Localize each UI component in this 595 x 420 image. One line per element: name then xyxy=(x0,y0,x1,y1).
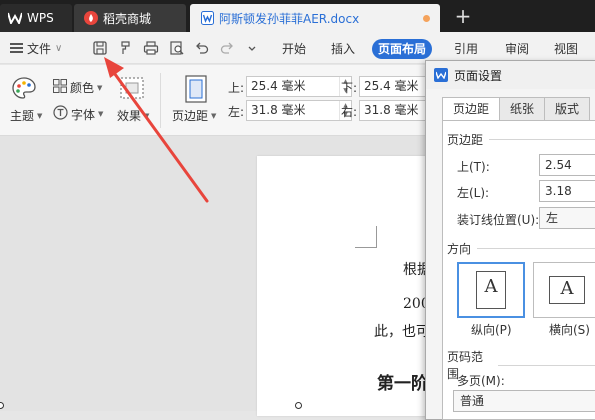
tab-document-label: 阿斯顿发孙菲菲AER.docx xyxy=(219,11,360,26)
theme-button[interactable] xyxy=(12,77,36,102)
orientation-group-title: 方向 xyxy=(447,240,595,257)
undo-icon[interactable] xyxy=(194,40,210,56)
theme-font-button[interactable]: 字体 ▼ xyxy=(53,105,103,123)
hamburger-icon xyxy=(10,43,23,53)
dlg-top-label: 上(T): xyxy=(457,160,490,174)
top-margin-value: 25.4 毫米 xyxy=(251,79,306,93)
group-divider xyxy=(498,364,595,366)
writer-doc-icon xyxy=(200,11,214,25)
multi-page-label: 多页(M): xyxy=(457,374,505,388)
tab-layout[interactable]: 版式 xyxy=(544,97,591,121)
margins-group-title: 页边距 xyxy=(447,131,595,148)
left-margin-input[interactable]: 31.8 毫米 ▲ ▼ xyxy=(246,100,352,121)
tab-wps-home[interactable]: WPS xyxy=(0,4,72,32)
caret-down-icon: ▼ xyxy=(98,110,104,118)
multi-page-select[interactable]: 普通 xyxy=(453,390,595,412)
dialog-title: 页面设置 xyxy=(454,68,503,83)
font-label: 字体 xyxy=(71,107,96,122)
new-tab-button[interactable]: + xyxy=(452,6,474,28)
left-margin-value: 31.8 毫米 xyxy=(251,103,306,117)
caret-down-icon: ▼ xyxy=(97,83,103,92)
orientation-group-label: 方向 xyxy=(447,242,472,256)
theme-label-button[interactable]: 主题 ▼ xyxy=(10,107,42,124)
effect-label: 效果 xyxy=(117,109,142,123)
top-margin-input[interactable]: 25.4 毫米 ▲ ▼ xyxy=(246,76,352,97)
tab-store-label: 稻壳商城 xyxy=(103,11,152,26)
portrait-label: 纵向(P) xyxy=(471,323,512,337)
menu-insert[interactable]: 插入 xyxy=(325,39,361,59)
portrait-page-icon: A xyxy=(476,271,506,309)
caret-down-icon: ▼ xyxy=(37,111,43,120)
color-label: 颜色 xyxy=(70,81,95,95)
wps-writer-icon xyxy=(434,68,448,82)
color-grid-icon xyxy=(53,79,67,96)
dialog-titlebar[interactable]: 页面设置 xyxy=(426,61,595,89)
unsaved-dot-icon xyxy=(423,15,430,22)
multi-page-value: 普通 xyxy=(460,394,485,408)
print-preview-icon[interactable] xyxy=(169,40,185,56)
ribbon-divider xyxy=(160,73,161,128)
menu-page-layout[interactable]: 页面布局 xyxy=(372,39,433,59)
redo-icon[interactable] xyxy=(219,40,235,56)
gutter-position-label: 装订线位置(U): xyxy=(457,213,540,227)
bottom-margin-label: 下: xyxy=(341,81,358,95)
gutter-position-select[interactable]: 左 xyxy=(539,207,595,229)
dlg-top-input[interactable]: 2.54 xyxy=(539,154,595,176)
page-margin-label: 页边距 xyxy=(172,109,209,123)
landscape-option[interactable]: A xyxy=(533,262,595,318)
dlg-left-label: 左(L): xyxy=(457,186,490,200)
tab-paper[interactable]: 纸张 xyxy=(499,97,546,121)
page-margin-icon[interactable] xyxy=(185,75,207,103)
title-tab-bar: WPS 稻壳商城 阿斯顿发孙菲菲AER.docx + xyxy=(0,0,595,32)
landscape-page-icon: A xyxy=(549,276,585,304)
right-margin-label: 右: xyxy=(341,105,358,119)
effect-button[interactable]: 效果 ▼ xyxy=(117,107,149,124)
menu-home[interactable]: 开始 xyxy=(276,39,312,59)
group-divider xyxy=(489,139,595,140)
top-margin-label: 上: xyxy=(228,81,245,95)
left-margin-label: 左: xyxy=(228,105,245,119)
page-setup-dialog: 页面设置 页边距 纸张 版式 页边距 上(T): 2.54 左(L): 3.18… xyxy=(425,60,595,420)
theme-label: 主题 xyxy=(10,109,35,123)
file-menu-button[interactable]: 文件 ∨ xyxy=(10,39,62,57)
menu-references[interactable]: 引用 xyxy=(448,39,484,59)
landscape-label: 横向(S) xyxy=(549,323,590,337)
dlg-left-input[interactable]: 3.18 xyxy=(539,180,595,202)
tab-wps-label: WPS xyxy=(27,11,54,25)
caret-down-icon: ▼ xyxy=(211,111,217,120)
font-circle-icon xyxy=(53,105,68,123)
portrait-option[interactable]: A xyxy=(457,262,525,318)
bottom-margin-value: 25.4 毫米 xyxy=(364,79,419,93)
menu-view[interactable]: 视图 xyxy=(548,39,584,59)
resize-handle[interactable] xyxy=(295,402,302,409)
tab-docer-store[interactable]: 稻壳商城 xyxy=(74,4,186,32)
file-menu-label: 文件 xyxy=(27,41,52,56)
crop-mark xyxy=(355,226,377,248)
tab-margins[interactable]: 页边距 xyxy=(442,97,501,121)
palette-icon xyxy=(12,77,36,102)
group-divider xyxy=(477,248,595,249)
effect-preview-icon[interactable] xyxy=(120,77,144,99)
menu-review[interactable]: 审阅 xyxy=(499,39,535,59)
flame-icon xyxy=(84,11,98,25)
tab-document[interactable]: 阿斯顿发孙菲菲AER.docx xyxy=(190,4,440,32)
quick-access-dropdown-icon[interactable] xyxy=(244,40,260,56)
doc-line-3: 此，也可 xyxy=(374,324,430,340)
margins-group-label: 页边距 xyxy=(447,133,484,147)
format-painter-icon[interactable] xyxy=(118,40,134,56)
caret-down-icon: ▼ xyxy=(144,111,150,120)
dialog-body: 页边距 上(T): 2.54 左(L): 3.18 装订线位置(U): 左 方向… xyxy=(442,120,595,420)
page-margin-button[interactable]: 页边距 ▼ xyxy=(172,107,216,124)
doc-heading: 第一阶 xyxy=(377,374,428,394)
dialog-tab-strip: 页边距 纸张 版式 xyxy=(442,97,591,121)
chevron-down-icon: ∨ xyxy=(55,42,63,54)
wps-logo-icon xyxy=(8,11,22,25)
right-margin-value: 31.8 毫米 xyxy=(364,103,419,117)
save-icon[interactable] xyxy=(92,40,108,56)
color-scheme-button[interactable]: 颜色 ▼ xyxy=(53,79,102,96)
print-icon[interactable] xyxy=(143,40,159,56)
